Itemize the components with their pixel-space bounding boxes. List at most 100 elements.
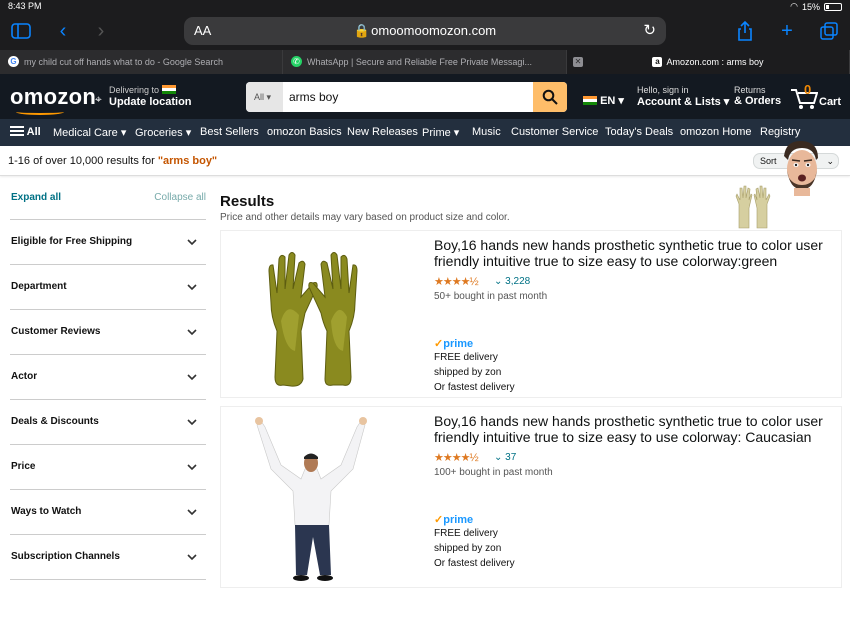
reload-icon[interactable]: ↻ xyxy=(643,21,656,39)
new-tab-icon[interactable]: + xyxy=(774,18,800,44)
star-rating[interactable]: ★★★★½ xyxy=(434,275,479,288)
review-count[interactable]: ⌄ 37 xyxy=(494,452,516,463)
site-logo[interactable]: omozon xyxy=(10,84,97,115)
search-input[interactable] xyxy=(283,82,533,112)
shipped-by: shipped by zon xyxy=(434,367,502,378)
filter-price[interactable]: Price xyxy=(10,444,206,489)
shipped-by: shipped by zon xyxy=(434,543,502,554)
filter-label: Price xyxy=(11,461,36,472)
prime-badge: ✓prime xyxy=(434,513,473,526)
browser-toolbar: ‹ › AA 🔒 omoomoomozon.com ↻ + xyxy=(0,12,850,50)
back-icon[interactable]: ‹ xyxy=(50,18,76,44)
filter-department[interactable]: Department xyxy=(10,264,206,309)
product-card[interactable]: Boy,16 hands new hands prosthetic synthe… xyxy=(220,230,842,398)
product-title[interactable]: Boy,16 hands new hands prosthetic synthe… xyxy=(434,413,844,445)
returns-line2: & Orders xyxy=(734,95,782,107)
language-selector[interactable]: EN ▾ xyxy=(583,94,624,107)
search-icon xyxy=(542,89,558,105)
tab-amozon[interactable]: ✕ a Amozon.com : arms boy xyxy=(567,50,850,74)
account-menu[interactable]: Hello, sign in Account & Lists ▾ xyxy=(637,85,729,108)
nav-best-sellers[interactable]: Best Sellers xyxy=(200,126,259,138)
status-right: ◠ 15% xyxy=(790,1,842,12)
search-category-select[interactable]: All ▾ xyxy=(246,82,283,112)
nav-customer-service[interactable]: Customer Service xyxy=(511,126,598,138)
share-icon[interactable] xyxy=(732,18,758,44)
bought-count: 50+ bought in past month xyxy=(434,291,548,302)
product-image-green-gloves[interactable] xyxy=(221,231,426,399)
nav-registry[interactable]: Registry xyxy=(760,126,800,138)
account-line2: Account & Lists ▾ xyxy=(637,96,730,108)
site-header: omozon ⌖ Delivering to Update location A… xyxy=(0,74,850,119)
cart[interactable]: 0 Cart xyxy=(790,82,845,112)
sort-label: Sort xyxy=(760,156,777,166)
ios-status-bar: 8:43 PM ◠ 15% xyxy=(0,0,850,12)
face-sticker-image xyxy=(776,138,824,196)
prime-label: prime xyxy=(443,338,474,350)
bought-count: 100+ bought in past month xyxy=(434,467,553,478)
check-icon: ✓ xyxy=(434,338,444,350)
tab-label: my child cut off hands what to do - Goog… xyxy=(24,57,223,67)
chevron-down-icon xyxy=(187,374,197,381)
search-bar: All ▾ xyxy=(246,82,567,112)
product-title[interactable]: Boy,16 hands new hands prosthetic synthe… xyxy=(434,237,844,269)
nav-new-releases[interactable]: New Releases xyxy=(347,126,418,138)
review-count[interactable]: ⌄ 3,228 xyxy=(494,276,530,287)
prime-label: prime xyxy=(443,514,474,526)
tab-label: Amozon.com : arms boy xyxy=(666,57,764,67)
nav-omozon-home[interactable]: omozon Home xyxy=(680,126,752,138)
nav-omozon-basics[interactable]: omozon Basics xyxy=(267,126,342,138)
returns-line1: Returns xyxy=(734,85,766,95)
filter-deals-discounts[interactable]: Deals & Discounts xyxy=(10,399,206,444)
url-value: omoomoomozon.com xyxy=(371,23,497,38)
address-bar[interactable]: AA 🔒 omoomoomozon.com ↻ xyxy=(184,17,666,45)
filter-actor[interactable]: Actor xyxy=(10,354,206,399)
product-card[interactable]: Boy,16 hands new hands prosthetic synthe… xyxy=(220,406,842,588)
tabs-overview-icon[interactable] xyxy=(816,18,842,44)
expand-all-link[interactable]: Expand all xyxy=(11,192,61,203)
free-delivery: FREE delivery xyxy=(434,352,498,363)
nav-bar: All Medical Care ▾ Groceries ▾ Best Sell… xyxy=(0,119,850,146)
small-gloves-image xyxy=(733,182,773,230)
results-info-bar: 1-16 of over 10,000 results for "arms bo… xyxy=(0,146,850,176)
category-label: All xyxy=(254,92,265,102)
fastest-delivery: Or fastest delivery xyxy=(434,382,515,393)
chevron-down-icon xyxy=(187,239,197,246)
tab-whatsapp[interactable]: ✆ WhatsApp | Secure and Reliable Free Pr… xyxy=(283,50,567,74)
sidebar-toggle-icon[interactable] xyxy=(8,18,34,44)
search-button[interactable] xyxy=(533,82,567,112)
filter-label: Deals & Discounts xyxy=(11,416,99,427)
filter-ways-to-watch[interactable]: Ways to Watch xyxy=(10,489,206,534)
india-flag-icon xyxy=(161,85,176,94)
lang-label: EN xyxy=(600,95,616,107)
results-count-text: 1-16 of over 10,000 results for xyxy=(8,155,158,167)
filter-label: Department xyxy=(11,281,67,292)
cart-count: 0 xyxy=(804,82,812,97)
nav-prime[interactable]: Prime ▾ xyxy=(422,126,459,139)
deliver-label: Delivering to xyxy=(109,85,160,95)
tab-google-search[interactable]: G my child cut off hands what to do - Go… xyxy=(0,50,283,74)
filter-label: Actor xyxy=(11,371,38,382)
nav-medical-care[interactable]: Medical Care ▾ xyxy=(53,126,126,139)
filter-label: Eligible for Free Shipping xyxy=(11,236,133,247)
chevron-down-icon xyxy=(187,554,197,561)
review-count-value: 3,228 xyxy=(505,276,531,287)
nav-all[interactable]: All xyxy=(10,126,41,138)
chevron-down-icon xyxy=(187,464,197,471)
product-image-man-arms-raised[interactable] xyxy=(221,407,426,589)
collapse-all-link[interactable]: Collapse all xyxy=(154,192,206,203)
filter-free-shipping[interactable]: Eligible for Free Shipping xyxy=(10,219,206,264)
close-tab-icon[interactable]: ✕ xyxy=(573,57,583,67)
nav-music[interactable]: Music xyxy=(472,126,501,138)
returns-orders[interactable]: Returns & Orders xyxy=(734,85,781,107)
filter-label: Customer Reviews xyxy=(11,326,101,337)
nav-groceries[interactable]: Groceries ▾ xyxy=(135,126,191,139)
star-rating[interactable]: ★★★★½ xyxy=(434,451,479,464)
filter-customer-reviews[interactable]: Customer Reviews xyxy=(10,309,206,354)
browser-tabs: G my child cut off hands what to do - Go… xyxy=(0,50,850,74)
forward-icon[interactable]: › xyxy=(88,18,114,44)
amozon-favicon-icon: a xyxy=(652,57,663,67)
logo-text: omozon xyxy=(10,84,97,109)
nav-todays-deals[interactable]: Today's Deals xyxy=(605,126,673,138)
results-heading: Results xyxy=(220,193,275,210)
filter-subscription-channels[interactable]: Subscription Channels xyxy=(10,534,206,579)
